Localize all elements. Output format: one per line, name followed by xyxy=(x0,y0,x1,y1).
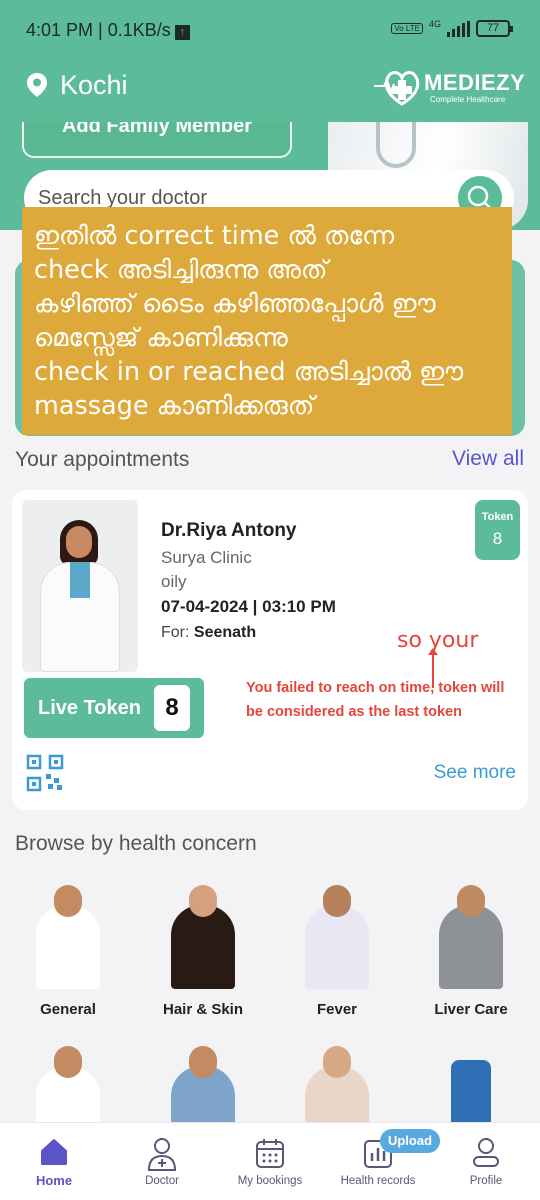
nav-profile[interactable]: Profile xyxy=(432,1123,540,1200)
mediezy-logo: MEDIEZY Complete Healthcare xyxy=(372,64,526,110)
calendar-icon xyxy=(256,1139,284,1168)
status-bar: 4:01 PM | 0.1KB/s ↑ Vo LTE 4G 77 xyxy=(0,0,540,60)
profile-icon xyxy=(473,1138,499,1167)
volte-icon: Vo LTE xyxy=(391,23,423,34)
upload-badge[interactable]: Upload xyxy=(380,1129,440,1153)
concern-label: Fever xyxy=(316,1001,358,1018)
annotation-note: ഇതിൽ correct time ൽ തന്നേ check അടിച്ചിര… xyxy=(22,207,512,435)
live-token-button[interactable]: Live Token 8 xyxy=(24,678,204,738)
concern-tile-liver-care[interactable] xyxy=(418,867,524,989)
nav-doctor[interactable]: Doctor xyxy=(108,1123,216,1200)
token-number: 8 xyxy=(492,529,503,548)
doctor-name: Dr.Riya Antony xyxy=(161,520,297,541)
network-type: 4G xyxy=(428,19,441,29)
note-line: മെസ്സേജ് കാണിക്കുന്നു xyxy=(34,323,288,353)
late-arrival-warning: You failed to reach on time, token will … xyxy=(246,680,505,720)
qr-code-icon[interactable] xyxy=(26,754,64,792)
concern-tile-hair-skin[interactable] xyxy=(150,867,256,989)
logo-name: MEDIEZY xyxy=(424,70,526,95)
doctor-photo xyxy=(22,500,138,672)
see-more-link[interactable]: See more xyxy=(434,762,516,784)
note-line: ഇതിൽ correct time ൽ തന്നേ xyxy=(34,221,395,251)
nav-home[interactable]: Home xyxy=(0,1123,108,1200)
note-line: കഴിഞ്ഞ് ടൈം കഴിഞ്ഞപ്പോൾ ഈ xyxy=(34,289,436,319)
clinic-name: Surya Clinic xyxy=(161,548,252,567)
app-bar: Kochi MEDIEZY Complete Healthcare xyxy=(0,60,540,122)
appointment-card[interactable]: Dr.Riya Antony Surya Clinic oily 07-04-2… xyxy=(12,490,528,810)
upload-arrow-icon: ↑ xyxy=(174,25,190,40)
patient-name: Seenath xyxy=(193,624,257,641)
note-line: check അടിച്ചിരുന്നു അത് xyxy=(34,255,328,285)
signal-icon xyxy=(447,20,470,37)
logo-tagline: Complete Healthcare xyxy=(430,95,506,104)
token-badge: Token 8 xyxy=(475,500,520,560)
location-pin-icon[interactable] xyxy=(26,72,48,98)
view-all-link[interactable]: View all xyxy=(452,447,524,471)
appointment-datetime: 07-04-2024 | 03:10 PM xyxy=(161,597,336,616)
patient-for: For: Seenath xyxy=(161,624,257,641)
live-token-number: 8 xyxy=(154,685,190,731)
doctor-icon xyxy=(147,1138,177,1171)
concern-tile-fever[interactable] xyxy=(284,867,390,989)
nav-my-bookings[interactable]: My bookings xyxy=(216,1123,324,1200)
home-icon xyxy=(41,1139,67,1165)
battery-icon: 77 xyxy=(476,20,513,37)
heart-cross-icon xyxy=(374,71,420,106)
concern-label: Hair & Skin xyxy=(162,1001,244,1018)
concern-label: General xyxy=(40,1001,96,1018)
status-time: 4:01 PM | 0.1KB/s ↑ xyxy=(26,20,190,41)
note-line: massage കാണിക്കരുത് xyxy=(34,391,315,421)
concern-label: Liver Care xyxy=(434,1001,508,1018)
add-family-member-button[interactable]: Add Family Member xyxy=(22,122,292,158)
concern-tile-general[interactable] xyxy=(15,867,121,989)
note-line: check in or reached അടിച്ചാൽ ഈ xyxy=(34,357,464,387)
location-label[interactable]: Kochi xyxy=(60,70,128,101)
appointments-title: Your appointments xyxy=(15,448,190,471)
concerns-title: Browse by health concern xyxy=(15,832,257,855)
appointment-condition: oily xyxy=(161,572,187,591)
bottom-nav: Home Doctor My bookings Health records P… xyxy=(0,1122,540,1200)
